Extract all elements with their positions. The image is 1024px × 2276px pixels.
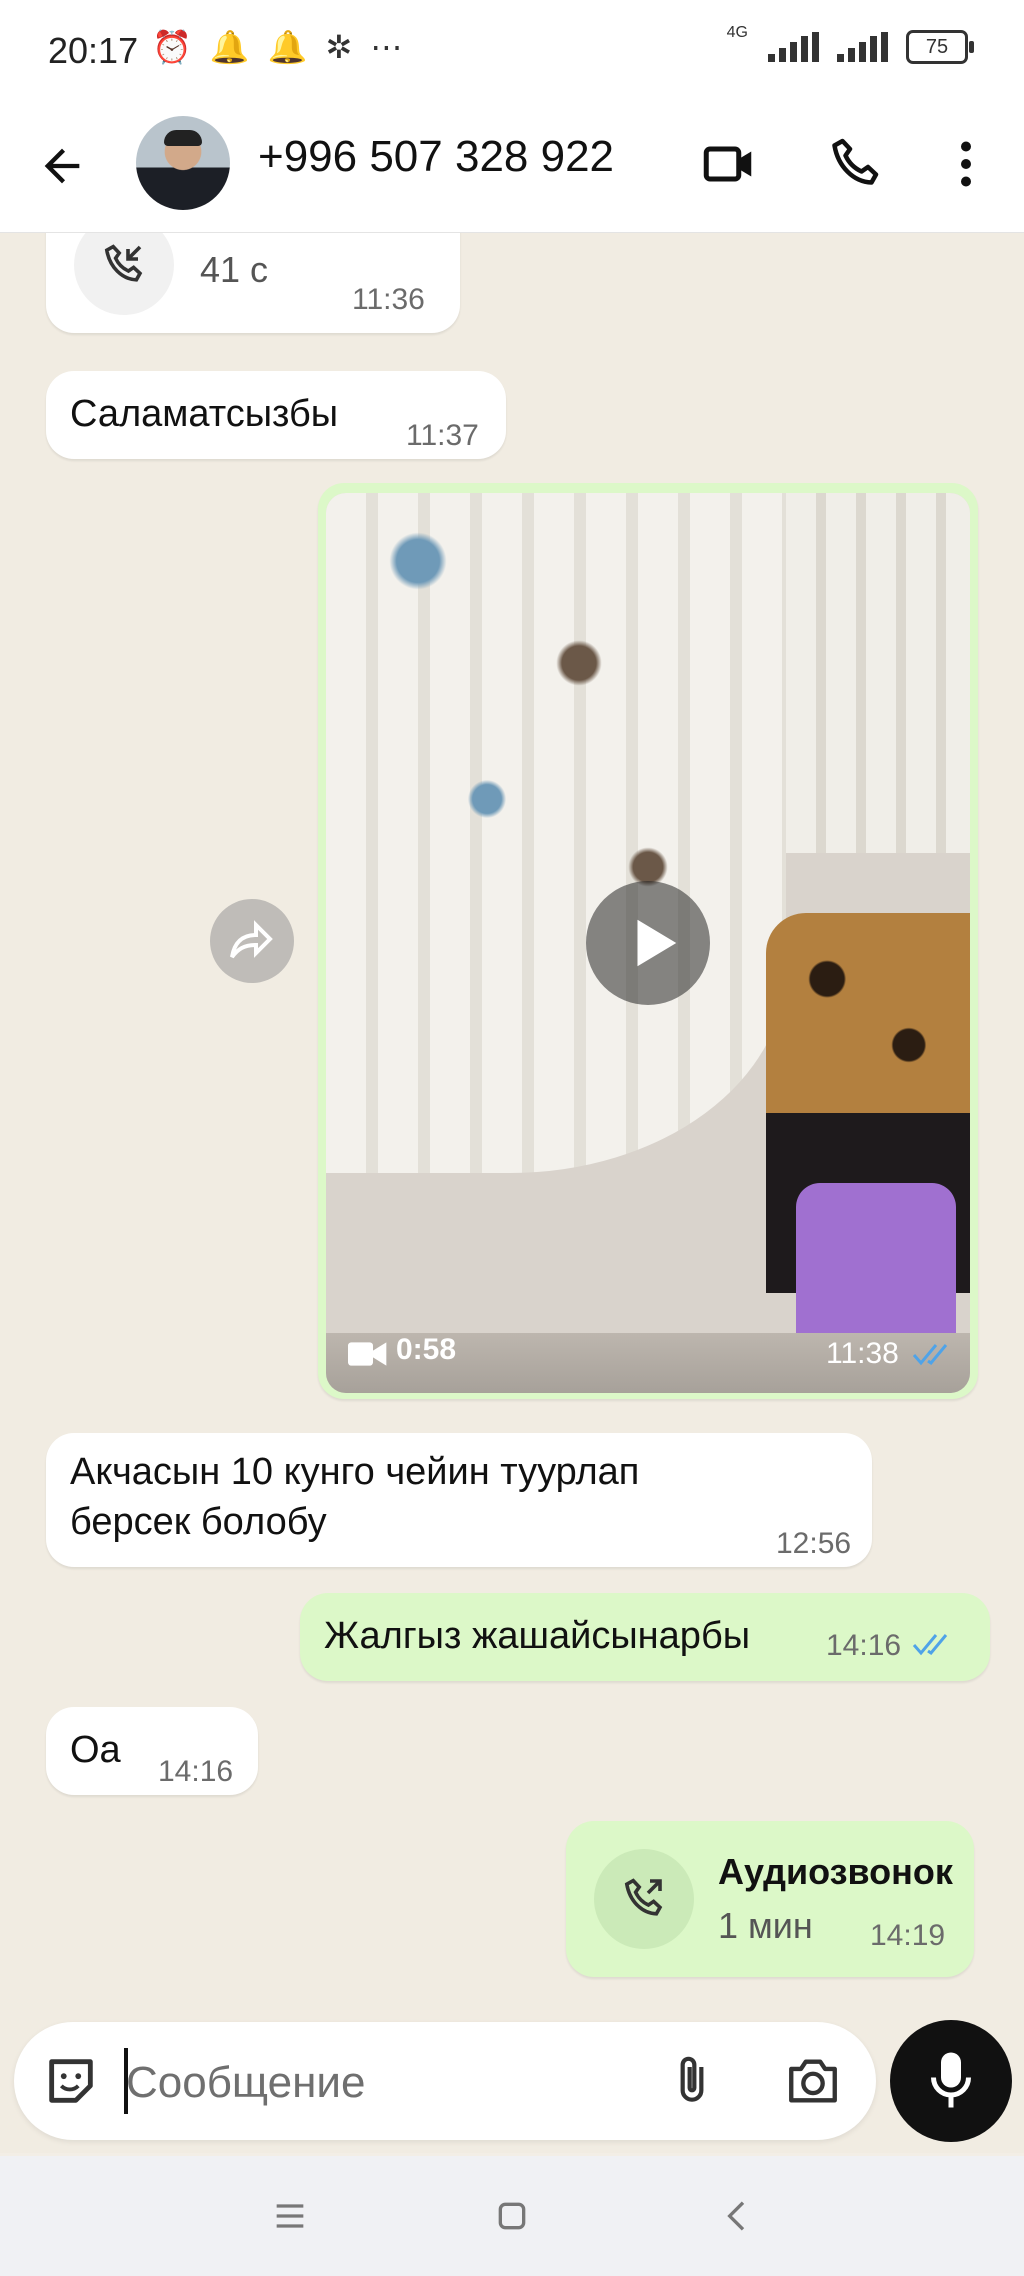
network-type: 4G: [726, 24, 748, 41]
status-icons: ⏰ 🔔 🔔 ✲ ⋯: [152, 28, 402, 66]
status-time: 20:17: [48, 30, 139, 71]
call-title: Аудиозвонок: [718, 1851, 953, 1892]
couch: [766, 913, 970, 1133]
message-input[interactable]: Сообщение: [126, 2058, 365, 2108]
call-duration: 1 мин: [718, 1905, 813, 1946]
message-time: 12:56: [776, 1527, 852, 1560]
video-thumbnail[interactable]: 0:58 11:38: [326, 493, 970, 1393]
back-arrow-icon[interactable]: [36, 140, 88, 192]
call-circle: [594, 1849, 694, 1949]
message-text-line1: Акчасын 10 кунго чейин туурлап: [70, 1451, 640, 1493]
call-circle: [74, 233, 174, 315]
play-button[interactable]: [586, 881, 710, 1005]
alarm-icon-2: 🔔: [267, 29, 308, 65]
more-notifications-icon: ⋯: [370, 29, 403, 65]
message-text: Саламатсызбы: [70, 393, 339, 435]
alarm-clock-icon: ⏰: [152, 29, 192, 65]
battery-icon: 75: [906, 30, 974, 64]
outgoing-call-bubble[interactable]: Аудиозвонок 1 мин 14:19: [566, 1821, 974, 1977]
incoming-message[interactable]: Саламатсызбы 11:37: [46, 371, 506, 459]
read-ticks-icon: [912, 1344, 948, 1366]
message-time: 14:19: [870, 1919, 946, 1952]
signal-icon: [768, 32, 819, 62]
phone-icon[interactable]: [826, 134, 886, 194]
signal-icon-2: [837, 32, 888, 62]
message-time: 11:36: [352, 283, 425, 316]
odnoklassniki-icon: ✲: [325, 29, 353, 65]
incoming-message[interactable]: Акчасын 10 кунго чейин туурлап берсек бо…: [46, 1433, 872, 1567]
video-camera-icon: [348, 1342, 387, 1366]
chat-header: +996 507 328 922: [0, 100, 1024, 233]
message-time: 11:38: [826, 1337, 899, 1370]
status-bar: 20:17 ⏰ 🔔 🔔 ✲ ⋯ 4G 75: [0, 0, 1024, 100]
incoming-call-icon: [104, 244, 143, 282]
outgoing-call-icon: [624, 1878, 663, 1916]
incoming-call-bubble[interactable]: 41 с 11:36: [46, 233, 460, 333]
message-text: Оа: [70, 1729, 121, 1771]
outgoing-message[interactable]: Жалгыз жашайсынарбы 14:16: [300, 1593, 990, 1681]
chat-area: 41 с 11:36 Саламатсызбы 11:37 0:58 11:38: [0, 233, 1024, 2153]
more-vert-icon[interactable]: [936, 134, 996, 194]
forward-button[interactable]: [210, 899, 294, 983]
voice-record-button[interactable]: [890, 2020, 1012, 2142]
sticker-icon[interactable]: [42, 2052, 100, 2110]
forward-icon: [230, 920, 273, 959]
message-composer[interactable]: Сообщение: [14, 2022, 876, 2140]
camera-icon[interactable]: [784, 2052, 842, 2110]
message-text: Жалгыз жашайсынарбы: [324, 1615, 751, 1657]
attach-icon[interactable]: [664, 2052, 720, 2110]
home-nav-icon[interactable]: [492, 2196, 532, 2236]
back-nav-icon[interactable]: [718, 2196, 758, 2236]
alarm-icon: 🔔: [209, 29, 250, 65]
message-time: 14:16: [158, 1755, 234, 1788]
read-ticks-icon: [912, 1634, 948, 1656]
video-call-icon[interactable]: [700, 134, 760, 194]
curtain: [326, 493, 786, 1173]
contact-name[interactable]: +996 507 328 922: [258, 132, 614, 182]
status-right: 4G 75: [727, 24, 974, 64]
message-time: 11:37: [406, 419, 479, 452]
menu-nav-icon[interactable]: [270, 2196, 310, 2236]
message-text-line2: берсек болобу: [70, 1501, 327, 1543]
avatar[interactable]: [136, 116, 230, 210]
system-nav-bar: [0, 2156, 1024, 2276]
incoming-message[interactable]: Оа 14:16: [46, 1707, 258, 1795]
video-duration: 0:58: [396, 1333, 457, 1366]
call-duration: 41 с: [200, 249, 269, 290]
microphone-icon: [931, 2052, 971, 2108]
message-time: 14:16: [826, 1629, 902, 1662]
play-icon: [637, 919, 677, 967]
